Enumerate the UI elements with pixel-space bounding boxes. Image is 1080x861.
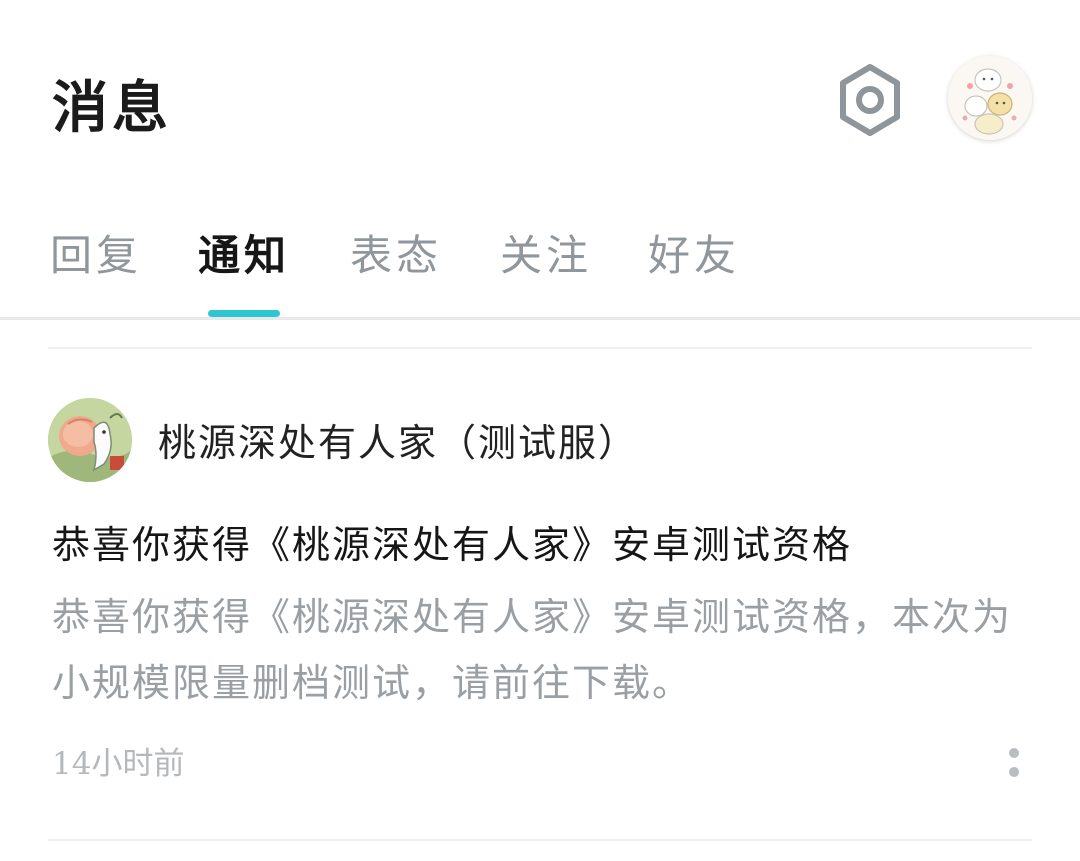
settings-button[interactable] (832, 62, 908, 138)
tab-reactions[interactable]: 表态 (350, 228, 442, 284)
hexagon-settings-icon (840, 64, 900, 136)
list-divider (48, 839, 1032, 841)
tab-notifications[interactable]: 通知 (198, 228, 290, 284)
messages-page: 消息 回复 通知 表态 关注 好友 桃源深处有人家（测试服） 恭喜你获得《桃源深… (0, 0, 1080, 861)
list-divider (48, 347, 1032, 349)
message-tabs: 回复 通知 表态 关注 好友 (0, 222, 1080, 318)
notification-title[interactable]: 恭喜你获得《桃源深处有人家》安卓测试资格 (52, 520, 852, 570)
more-vertical-icon (1009, 747, 1019, 777)
active-tab-indicator (208, 310, 280, 317)
sender-avatar[interactable] (48, 398, 132, 482)
sender-name[interactable]: 桃源深处有人家（测试服） (158, 418, 638, 468)
more-options-button[interactable] (998, 736, 1030, 788)
tab-friends[interactable]: 好友 (648, 228, 740, 284)
game-logo-icon (48, 398, 132, 482)
notification-time: 14小时前 (52, 746, 185, 782)
tab-follows[interactable]: 关注 (500, 228, 592, 284)
page-title: 消息 (52, 75, 172, 141)
user-avatar[interactable] (948, 56, 1032, 140)
tabs-divider (0, 317, 1080, 320)
notification-body[interactable]: 恭喜你获得《桃源深处有人家》安卓测试资格，本次为小规模限量删档测试，请前往下载。 (52, 584, 1032, 716)
tab-replies[interactable]: 回复 (50, 228, 142, 284)
user-avatar-icon (948, 56, 1032, 140)
